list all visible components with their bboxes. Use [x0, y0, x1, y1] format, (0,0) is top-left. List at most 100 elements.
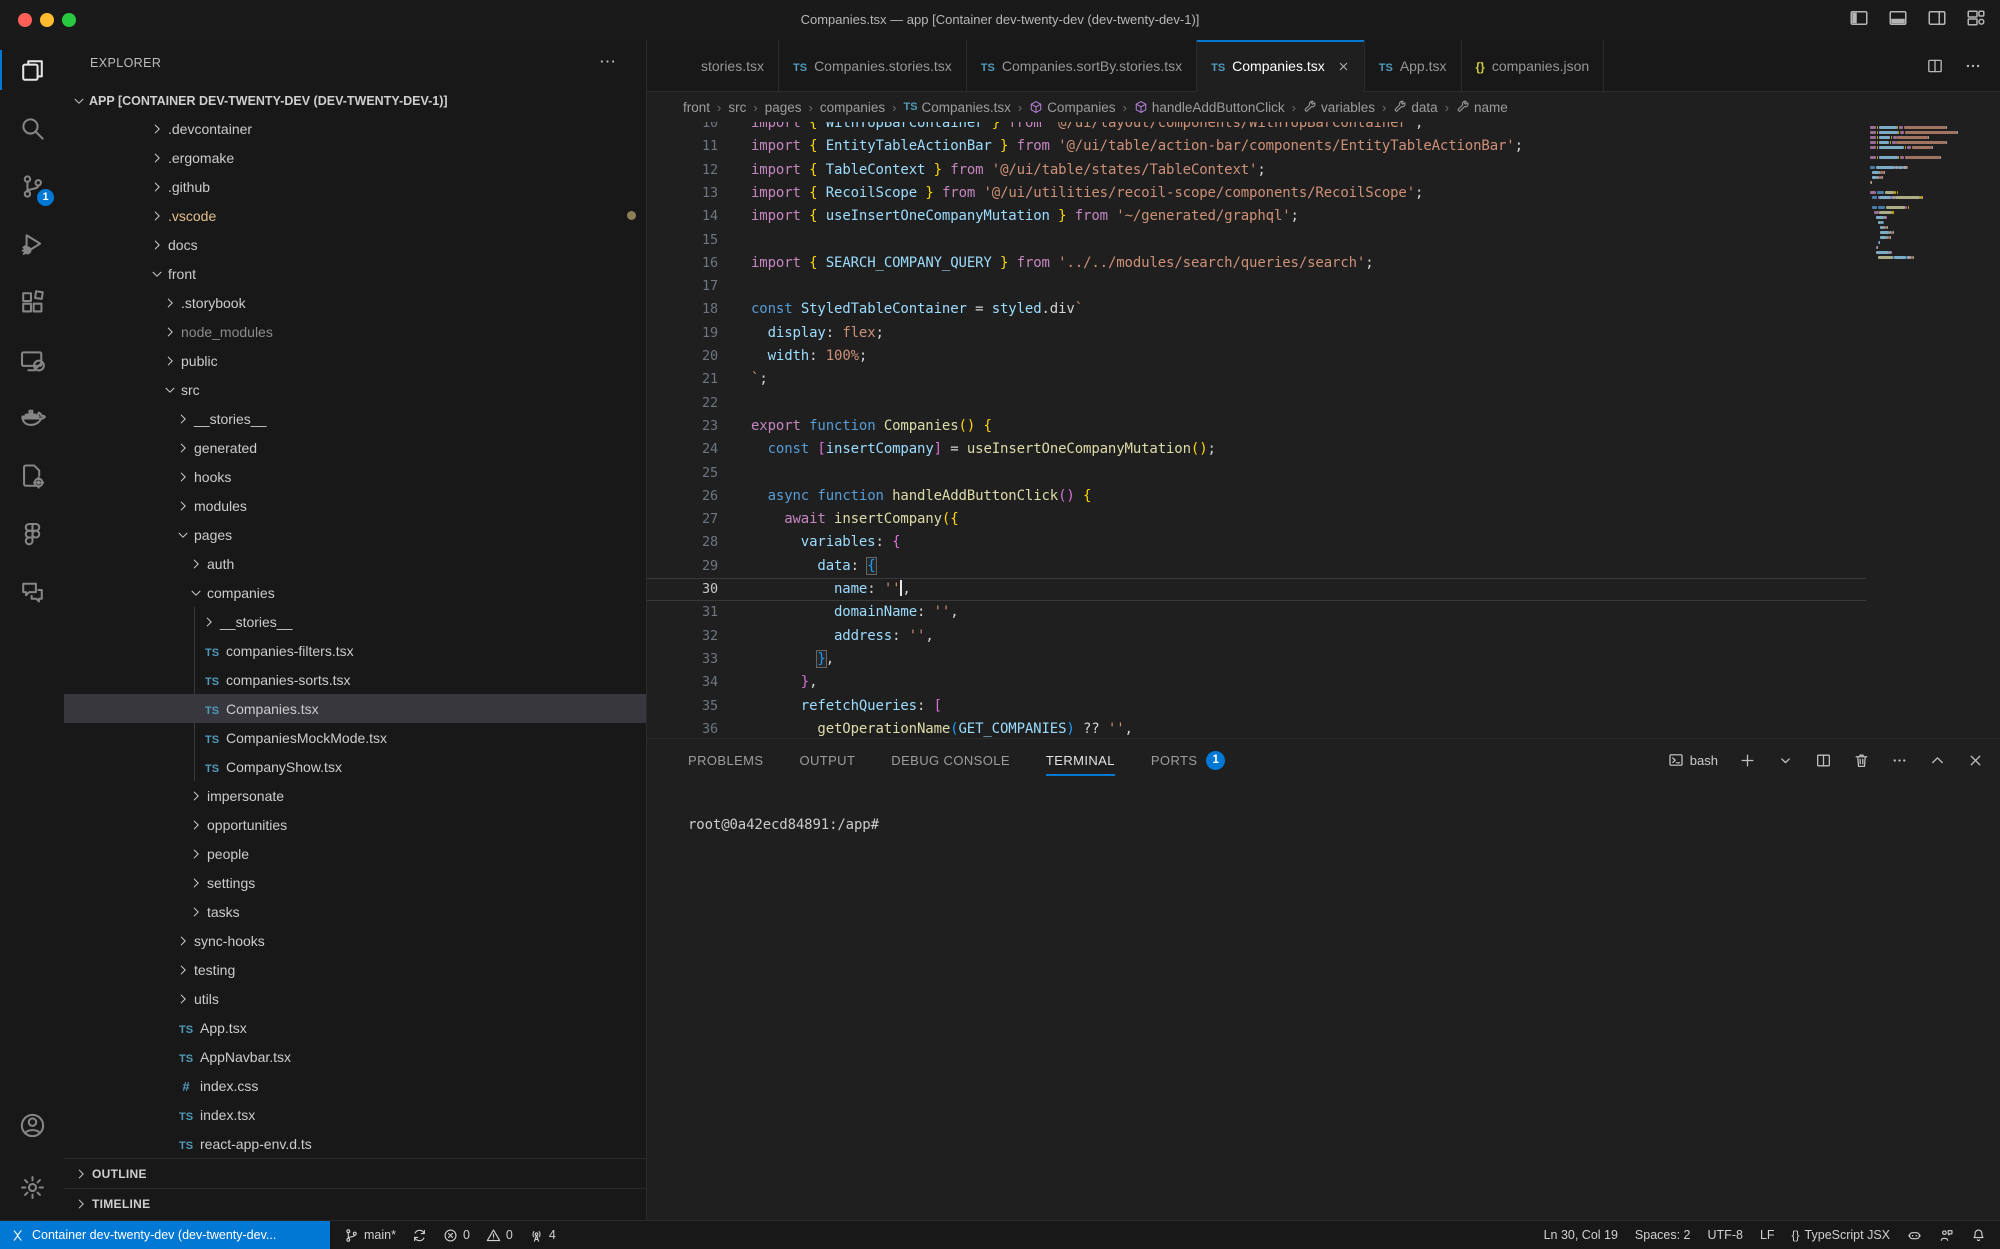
line-number[interactable]: 25: [647, 462, 718, 485]
tree-file-companiesmockmode-tsx[interactable]: TSCompaniesMockMode.tsx: [64, 723, 646, 752]
breadcrumb-item-variables[interactable]: variables: [1303, 100, 1375, 115]
line-number[interactable]: 24: [647, 438, 718, 461]
code-line-11[interactable]: 11import { EntityTableActionBar } from '…: [647, 135, 1866, 158]
line-number[interactable]: 13: [647, 182, 718, 205]
split-editor-button[interactable]: [1926, 57, 1944, 75]
tree-folder-tasks[interactable]: tasks: [64, 897, 646, 926]
status-feedback[interactable]: [1939, 1228, 1954, 1243]
new-terminal-button[interactable]: [1739, 752, 1756, 769]
breadcrumb-item-companies-tsx[interactable]: TSCompanies.tsx: [903, 100, 1010, 115]
activity-bar-item-accounts[interactable]: [0, 1097, 64, 1153]
tab-companies-sortby-stories-tsx[interactable]: TSCompanies.sortBy.stories.tsx: [967, 40, 1197, 92]
line-number[interactable]: 31: [647, 601, 718, 624]
line-number[interactable]: 34: [647, 671, 718, 694]
status-forwarded-ports[interactable]: 4: [529, 1228, 556, 1243]
tree-file-companies-sorts-tsx[interactable]: TScompanies-sorts.tsx: [64, 665, 646, 694]
code-line-22[interactable]: 22: [647, 392, 1866, 415]
tree-folder-testing[interactable]: testing: [64, 955, 646, 984]
tree-folder-settings[interactable]: settings: [64, 868, 646, 897]
minimap[interactable]: [1866, 122, 1986, 738]
tree-folder-impersonate[interactable]: impersonate: [64, 781, 646, 810]
split-terminal-button[interactable]: [1815, 752, 1832, 769]
status-copilot[interactable]: [1907, 1228, 1922, 1243]
code-line-30[interactable]: 30 name: '',: [647, 578, 1866, 601]
code-line-28[interactable]: 28 variables: {: [647, 531, 1866, 554]
sidebar-section-timeline[interactable]: TIMELINE: [64, 1188, 646, 1219]
explorer-more-actions-button[interactable]: ⋯: [599, 40, 616, 86]
panel-tab-problems[interactable]: PROBLEMS: [688, 739, 763, 781]
tree-folder-sync-hooks[interactable]: sync-hooks: [64, 926, 646, 955]
status-eol[interactable]: LF: [1760, 1228, 1775, 1242]
line-number[interactable]: 27: [647, 508, 718, 531]
breadcrumb-item-companies[interactable]: companies: [820, 100, 885, 115]
tree-file-react-app-env-d-ts[interactable]: TSreact-app-env.d.ts: [64, 1129, 646, 1158]
activity-bar-item-comments[interactable]: [0, 564, 64, 620]
tree-folder-companies[interactable]: companies: [64, 578, 646, 607]
code-line-33[interactable]: 33 },: [647, 648, 1866, 671]
tree-folder-storybook[interactable]: .storybook: [64, 288, 646, 317]
activity-bar-item-search[interactable]: [0, 100, 64, 156]
kill-terminal-button[interactable]: [1853, 752, 1870, 769]
tree-folder-pages[interactable]: pages: [64, 520, 646, 549]
activity-bar-item-extensions[interactable]: [0, 274, 64, 330]
code-line-29[interactable]: 29 data: {: [647, 555, 1866, 578]
code-line-25[interactable]: 25: [647, 462, 1866, 485]
activity-bar-item-docker[interactable]: [0, 390, 64, 446]
panel-tab-terminal[interactable]: TERMINAL: [1046, 739, 1115, 781]
code-line-26[interactable]: 26 async function handleAddButtonClick()…: [647, 485, 1866, 508]
tree-folder-stories[interactable]: __stories__: [64, 404, 646, 433]
tree-folder-auth[interactable]: auth: [64, 549, 646, 578]
code-line-12[interactable]: 12import { TableContext } from '@/ui/tab…: [647, 159, 1866, 182]
line-number[interactable]: 11: [647, 135, 718, 158]
terminal-picker-button[interactable]: [1777, 752, 1794, 769]
code-line-36[interactable]: 36 getOperationName(GET_COMPANIES) ?? ''…: [647, 718, 1866, 738]
code-line-14[interactable]: 14import { useInsertOneCompanyMutation }…: [647, 205, 1866, 228]
terminal-shell-selector[interactable]: bash: [1668, 752, 1718, 768]
tree-folder-utils[interactable]: utils: [64, 984, 646, 1013]
code-line-19[interactable]: 19 display: flex;: [647, 322, 1866, 345]
panel-tab-ports[interactable]: PORTS1: [1151, 739, 1226, 781]
code-line-10[interactable]: 10import { WithTopBarContainer } from '@…: [647, 122, 1866, 135]
status-git-branch[interactable]: main*: [344, 1228, 396, 1243]
line-number[interactable]: 29: [647, 555, 718, 578]
line-number[interactable]: 30: [647, 578, 718, 601]
tab-app-tsx[interactable]: TSApp.tsx: [1365, 40, 1462, 92]
line-number[interactable]: 12: [647, 159, 718, 182]
code-line-24[interactable]: 24 const [insertCompany] = useInsertOneC…: [647, 438, 1866, 461]
tree-folder-public[interactable]: public: [64, 346, 646, 375]
panel-tab-debug-console[interactable]: DEBUG CONSOLE: [891, 739, 1010, 781]
line-number[interactable]: 28: [647, 531, 718, 554]
line-number[interactable]: 32: [647, 625, 718, 648]
workspace-section-header[interactable]: APP [CONTAINER DEV-TWENTY-DEV (DEV-TWENT…: [64, 86, 646, 115]
status-encoding[interactable]: UTF-8: [1708, 1228, 1743, 1242]
toggle-primary-sidebar-button[interactable]: [1849, 8, 1869, 28]
line-number[interactable]: 20: [647, 345, 718, 368]
tree-folder-vscode[interactable]: .vscode: [64, 201, 646, 230]
line-number[interactable]: 36: [647, 718, 718, 738]
breadcrumb-item-front[interactable]: front: [683, 100, 710, 115]
status-language-mode[interactable]: {}TypeScript JSX: [1792, 1228, 1890, 1242]
tab-stories-tsx[interactable]: stories.tsx: [647, 40, 779, 92]
tree-folder-src[interactable]: src: [64, 375, 646, 404]
maximize-panel-button[interactable]: [1929, 752, 1946, 769]
line-number[interactable]: 16: [647, 252, 718, 275]
more-terminal-actions-button[interactable]: [1891, 752, 1908, 769]
status-notifications[interactable]: [1971, 1228, 1986, 1243]
line-number[interactable]: 21: [647, 368, 718, 391]
sidebar-section-outline[interactable]: OUTLINE: [64, 1158, 646, 1189]
code-line-16[interactable]: 16import { SEARCH_COMPANY_QUERY } from '…: [647, 252, 1866, 275]
status-sync-changes[interactable]: [412, 1228, 427, 1243]
tree-folder-modules[interactable]: modules: [64, 491, 646, 520]
code-line-27[interactable]: 27 await insertCompany({: [647, 508, 1866, 531]
code-line-23[interactable]: 23export function Companies() {: [647, 415, 1866, 438]
breadcrumb-item-pages[interactable]: pages: [765, 100, 802, 115]
tree-folder-github[interactable]: .github: [64, 172, 646, 201]
tab-companies-json[interactable]: {}companies.json: [1462, 40, 1605, 92]
close-icon[interactable]: [1337, 60, 1350, 73]
code-line-13[interactable]: 13import { RecoilScope } from '@/ui/util…: [647, 182, 1866, 205]
line-number[interactable]: 15: [647, 229, 718, 252]
activity-bar-item-settings[interactable]: [0, 1159, 64, 1215]
line-number[interactable]: 33: [647, 648, 718, 671]
tree-file-companyshow-tsx[interactable]: TSCompanyShow.tsx: [64, 752, 646, 781]
line-number[interactable]: 26: [647, 485, 718, 508]
